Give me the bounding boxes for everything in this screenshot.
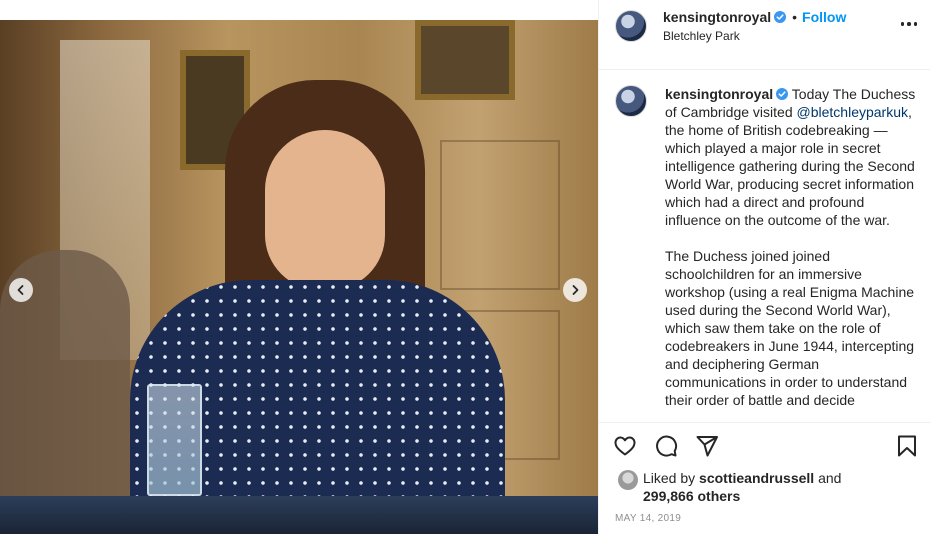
more-dot [913, 22, 918, 26]
more-options-button[interactable] [899, 17, 919, 31]
chevron-left-icon [17, 285, 24, 295]
follow-button[interactable]: Follow [802, 9, 846, 25]
face [265, 130, 385, 290]
liker-username-link[interactable]: scottieandrussell [699, 470, 814, 486]
caption-username-link[interactable]: kensingtonroyal [665, 86, 773, 102]
likes-summary: Liked by scottieandrussell and 299,866 o… [643, 469, 913, 505]
comment-button[interactable] [654, 434, 680, 460]
post-sidebar: kensingtonroyal • Follow Bletchley Park k… [598, 0, 930, 534]
more-dot [907, 22, 911, 26]
share-button[interactable] [695, 434, 721, 460]
username-link[interactable]: kensingtonroyal [663, 9, 771, 25]
likes-count-link[interactable]: 299,866 others [643, 488, 740, 504]
next-photo-button[interactable] [563, 278, 587, 302]
post-header: kensingtonroyal • Follow Bletchley Park [599, 0, 930, 70]
header-title-row: kensingtonroyal • Follow [663, 9, 846, 27]
avatar[interactable] [615, 10, 647, 42]
caption-paragraph: kensingtonroyal Today The Duchess of Cam… [665, 85, 923, 229]
verified-badge-icon [774, 11, 787, 23]
like-button[interactable] [613, 434, 639, 460]
save-button[interactable] [895, 434, 921, 460]
mention-link[interactable]: @bletchleyparkuk [797, 104, 909, 120]
previous-photo-button[interactable] [9, 278, 33, 302]
verified-badge-icon [776, 88, 789, 100]
post-photo[interactable] [0, 20, 598, 534]
liker-avatar[interactable] [618, 470, 638, 490]
heart-icon [614, 436, 636, 456]
caption-avatar[interactable] [615, 85, 647, 117]
action-bar: Liked by scottieandrussell and 299,866 o… [599, 422, 930, 534]
water-glass [147, 384, 202, 496]
caption-paragraph: The Duchess joined joined schoolchildren… [665, 248, 915, 408]
comment-icon [656, 435, 678, 457]
caption-text: , the home of British codebreaking — whi… [665, 104, 915, 228]
paper-plane-icon [696, 436, 718, 457]
separator: • [792, 9, 798, 25]
table [0, 496, 598, 534]
post-date[interactable]: MAY 14, 2019 [615, 513, 681, 524]
likes-prefix: Liked by [643, 470, 700, 486]
location-link[interactable]: Bletchley Park [663, 29, 740, 43]
likes-mid: and [814, 470, 842, 486]
caption-scroll-area[interactable]: kensingtonroyal Today The Duchess of Cam… [599, 70, 930, 422]
chevron-right-icon [572, 285, 579, 295]
more-horizontal-icon [900, 22, 905, 26]
bookmark-icon [898, 435, 916, 457]
caption: kensingtonroyal Today The Duchess of Cam… [665, 85, 923, 422]
